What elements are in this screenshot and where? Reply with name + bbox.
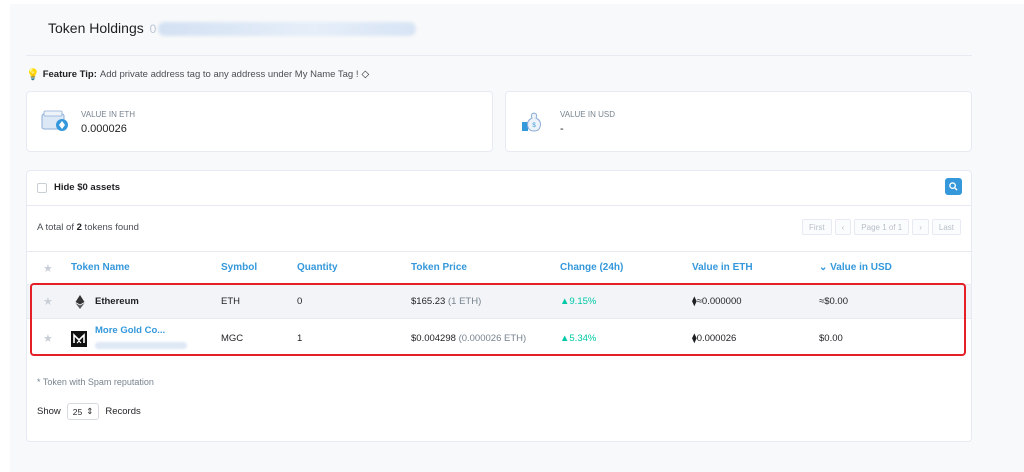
hide-zero-filter[interactable]: Hide $0 assets	[37, 182, 120, 193]
spam-note: * Token with Spam reputation	[37, 377, 154, 387]
token-change: ▲9.15%	[560, 296, 597, 307]
search-icon	[949, 182, 958, 191]
hide-zero-checkbox[interactable]	[37, 182, 47, 193]
value-usd-card: $ VALUE IN USD -	[505, 91, 972, 152]
pagination-prev[interactable]: ‹	[834, 219, 852, 235]
value-eth-amount: 0.000026	[81, 123, 127, 135]
search-button[interactable]	[945, 178, 962, 195]
value-eth-label: VALUE IN ETH	[81, 110, 136, 119]
token-change: ▲5.34%	[560, 333, 597, 344]
contract-address-redacted	[95, 342, 187, 349]
column-token-price[interactable]: Token Price	[411, 262, 467, 273]
holdings-card: Hide $0 assets A total of 2 tokens found…	[26, 170, 972, 442]
token-value-eth: ⧫0.000026	[692, 333, 737, 344]
token-value-usd: ≈$0.00	[819, 296, 848, 307]
ethereum-icon	[75, 295, 85, 309]
column-value-usd[interactable]: ⌄ Value in USD	[819, 262, 892, 273]
select-arrows-icon: ⇕	[86, 406, 94, 416]
address-prefix: 0	[149, 22, 157, 36]
token-name[interactable]: Ethereum	[95, 296, 139, 307]
token-value-eth: ⧫≈0.000000	[692, 296, 742, 307]
token-count-summary: A total of 2 tokens found	[37, 222, 139, 233]
money-bag-icon: $	[522, 112, 541, 132]
column-token-name[interactable]: Token Name	[71, 262, 130, 273]
pagination-last[interactable]: Last	[931, 219, 961, 235]
wallet-icon	[41, 110, 68, 131]
favorite-star-icon[interactable]: ★	[43, 332, 53, 345]
value-eth-card: VALUE IN ETH 0.000026	[26, 91, 493, 152]
favorite-star-icon[interactable]: ★	[43, 295, 53, 308]
token-price: $165.23 (1 ETH)	[411, 296, 482, 307]
token-quantity: 0	[297, 296, 303, 307]
value-usd-label: VALUE IN USD	[560, 110, 615, 119]
table-header: ★ Token Name Symbol Quantity Token Price…	[27, 251, 971, 285]
tag-icon[interactable]: ◇	[361, 69, 369, 80]
address-redacted	[158, 22, 416, 36]
column-symbol[interactable]: Symbol	[221, 262, 257, 273]
pagination-first[interactable]: First	[802, 219, 832, 235]
token-symbol: ETH	[221, 296, 240, 307]
divider	[26, 55, 972, 56]
token-quantity: 1	[297, 333, 303, 344]
feature-tip: 💡 Feature Tip: Add private address tag t…	[26, 69, 370, 81]
mgc-logo-icon	[71, 331, 87, 347]
page-title: Token Holdings 0	[48, 20, 157, 36]
token-price: $0.004298 (0.000026 ETH)	[411, 333, 527, 344]
star-icon: ★	[43, 263, 53, 275]
column-quantity[interactable]: Quantity	[297, 262, 338, 273]
divider	[27, 205, 971, 206]
column-change-24h[interactable]: Change (24h)	[560, 262, 623, 273]
pagination-page-info: Page 1 of 1	[854, 219, 910, 235]
sort-desc-icon: ⌄	[819, 262, 828, 273]
token-name[interactable]: More Gold Co...	[95, 325, 165, 336]
column-value-eth[interactable]: Value in ETH	[692, 262, 753, 273]
pagination-next[interactable]: ›	[912, 219, 929, 235]
value-usd-amount: -	[560, 123, 564, 135]
hide-zero-label[interactable]: Hide $0 assets	[54, 182, 120, 193]
page-size-select[interactable]: 25 ⇕	[66, 403, 100, 420]
records-per-page: Show 25 ⇕ Records	[37, 403, 141, 420]
token-value-usd: $0.00	[819, 333, 843, 344]
pagination: First ‹ Page 1 of 1 › Last	[802, 219, 961, 235]
token-symbol: MGC	[221, 333, 244, 344]
table-row: ★ Ethereum ETH 0 $165.23 (1 ETH) ▲9.15% …	[27, 285, 971, 319]
table-row: ★ More Gold Co... MGC 1 $0.004298 (0.000…	[27, 320, 971, 354]
lightbulb-icon: 💡	[26, 69, 40, 81]
